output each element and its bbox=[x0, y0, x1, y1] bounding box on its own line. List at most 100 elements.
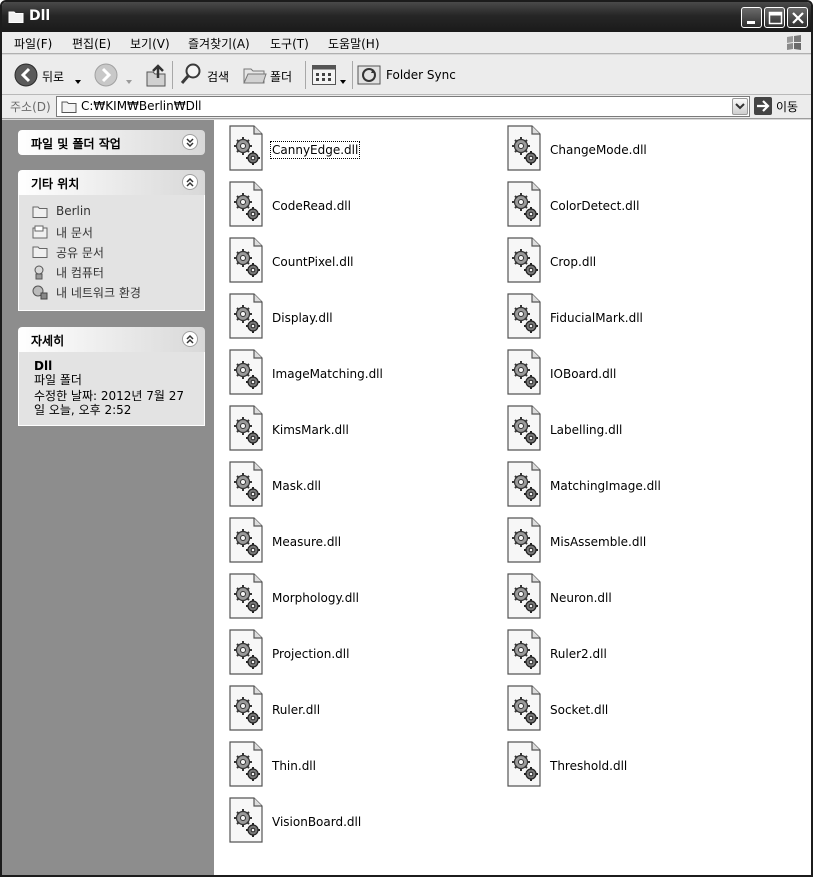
place-link-berlin[interactable]: Berlin bbox=[19, 201, 204, 221]
back-label: 뒤로 bbox=[42, 70, 65, 84]
file-item[interactable]: Display.dll bbox=[226, 292, 496, 344]
dll-file-icon bbox=[226, 628, 266, 676]
file-item[interactable]: Threshold.dll bbox=[504, 740, 774, 792]
windows-logo-icon bbox=[778, 33, 808, 53]
menu-file[interactable]: 파일(F) bbox=[14, 35, 52, 52]
file-item[interactable]: Crop.dll bbox=[504, 236, 774, 288]
file-item[interactable]: ChangeMode.dll bbox=[504, 124, 774, 176]
file-name: Threshold.dll bbox=[550, 759, 628, 773]
address-bar: 주소(D) C:₩KIM₩Berlin₩Dll 이동 bbox=[2, 95, 811, 119]
file-item[interactable]: Socket.dll bbox=[504, 684, 774, 736]
details-type: 파일 폴더 bbox=[34, 373, 82, 387]
chevron-up-icon[interactable] bbox=[182, 174, 198, 190]
place-label: Berlin bbox=[56, 204, 91, 218]
folder-sync-label: Folder Sync bbox=[386, 68, 456, 82]
file-item[interactable]: Thin.dll bbox=[226, 740, 496, 792]
place-link-my-computer[interactable]: 내 컴퓨터 bbox=[19, 261, 204, 281]
menu-view[interactable]: 보기(V) bbox=[130, 35, 170, 52]
file-name: CountPixel.dll bbox=[272, 255, 354, 269]
place-link-my-documents[interactable]: 내 문서 bbox=[19, 221, 204, 241]
toolbar-separator bbox=[172, 61, 173, 89]
dll-file-icon bbox=[504, 460, 544, 508]
file-item[interactable]: MatchingImage.dll bbox=[504, 460, 774, 512]
back-arrow-icon bbox=[14, 63, 38, 90]
file-item[interactable]: Labelling.dll bbox=[504, 404, 774, 456]
views-dropdown-icon[interactable] bbox=[340, 73, 346, 87]
up-folder-button[interactable] bbox=[142, 55, 168, 95]
minimize-button[interactable] bbox=[741, 7, 762, 28]
close-button[interactable] bbox=[787, 7, 808, 28]
dll-file-icon bbox=[504, 628, 544, 676]
place-link-shared-documents[interactable]: 공유 문서 bbox=[19, 241, 204, 261]
search-label: 검색 bbox=[207, 70, 230, 84]
file-item[interactable]: Mask.dll bbox=[226, 460, 496, 512]
file-name: Projection.dll bbox=[272, 647, 350, 661]
search-button[interactable]: 검색 bbox=[177, 55, 235, 95]
folder-icon bbox=[32, 205, 48, 221]
go-button[interactable] bbox=[754, 97, 772, 115]
file-item[interactable]: IOBoard.dll bbox=[504, 348, 774, 400]
address-dropdown-button[interactable] bbox=[732, 98, 748, 115]
file-name: Measure.dll bbox=[272, 535, 342, 549]
address-input[interactable]: C:₩KIM₩Berlin₩Dll bbox=[56, 96, 750, 117]
title-bar[interactable]: Dll bbox=[2, 2, 811, 32]
place-label: 공유 문서 bbox=[56, 246, 104, 260]
folders-button[interactable]: 폴더 bbox=[242, 55, 300, 95]
file-item[interactable]: Projection.dll bbox=[226, 628, 496, 680]
dll-file-icon bbox=[226, 684, 266, 732]
file-name: IOBoard.dll bbox=[550, 367, 617, 381]
chevron-down-icon[interactable] bbox=[182, 134, 198, 150]
file-item[interactable]: CannyEdge.dll bbox=[226, 124, 496, 176]
file-folder-tasks-header[interactable]: 파일 및 폴더 작업 bbox=[18, 130, 205, 155]
dll-file-icon bbox=[504, 572, 544, 620]
file-item[interactable]: CountPixel.dll bbox=[226, 236, 496, 288]
file-item[interactable]: FiducialMark.dll bbox=[504, 292, 774, 344]
panel-title: 파일 및 폴더 작업 bbox=[31, 137, 121, 151]
file-item[interactable]: KimsMark.dll bbox=[226, 404, 496, 456]
details-header[interactable]: 자세히 bbox=[18, 327, 205, 352]
menu-tools[interactable]: 도구(T) bbox=[270, 35, 309, 52]
place-link-network-places[interactable]: 내 네트워크 환경 bbox=[19, 281, 204, 301]
file-name: FiducialMark.dll bbox=[550, 311, 643, 325]
dll-file-icon bbox=[504, 516, 544, 564]
file-name: ColorDetect.dll bbox=[550, 199, 640, 213]
file-folder-tasks-panel: 파일 및 폴더 작업 bbox=[18, 130, 205, 155]
views-icon bbox=[312, 65, 336, 88]
dll-file-icon bbox=[226, 292, 266, 340]
my-documents-icon bbox=[32, 225, 48, 242]
file-name: CannyEdge.dll bbox=[269, 141, 361, 159]
menu-bar: 파일(F) 편집(E) 보기(V) 즐겨찾기(A) 도구(T) 도움말(H) bbox=[2, 32, 811, 54]
maximize-button[interactable] bbox=[764, 7, 785, 28]
file-item[interactable]: CodeRead.dll bbox=[226, 180, 496, 232]
other-places-header[interactable]: 기타 위치 bbox=[18, 170, 205, 195]
file-item[interactable]: ColorDetect.dll bbox=[504, 180, 774, 232]
menu-favorites[interactable]: 즐겨찾기(A) bbox=[188, 35, 250, 52]
file-item[interactable]: Measure.dll bbox=[226, 516, 496, 568]
forward-dropdown-icon[interactable] bbox=[126, 73, 132, 87]
panel-title: 자세히 bbox=[31, 334, 65, 348]
menu-help[interactable]: 도움말(H) bbox=[328, 35, 380, 52]
views-button[interactable] bbox=[310, 55, 348, 95]
back-dropdown-icon[interactable] bbox=[75, 73, 81, 87]
folder-sync-button[interactable]: Folder Sync bbox=[357, 55, 467, 95]
file-item[interactable]: Neuron.dll bbox=[504, 572, 774, 624]
folders-label: 폴더 bbox=[270, 70, 293, 84]
other-places-panel: 기타 위치 Berlin 내 문서 공유 문서 내 컴퓨터 내 네트워크 환경 bbox=[18, 170, 205, 311]
address-value: C:₩KIM₩Berlin₩Dll bbox=[81, 99, 202, 113]
forward-button[interactable] bbox=[94, 55, 136, 95]
chevron-up-icon[interactable] bbox=[182, 331, 198, 347]
file-name: Morphology.dll bbox=[272, 591, 359, 605]
toolbar: 뒤로 검색 폴더 Folder Sync bbox=[2, 55, 811, 95]
network-places-icon bbox=[32, 285, 48, 303]
menu-edit[interactable]: 편집(E) bbox=[72, 35, 111, 52]
back-button[interactable]: 뒤로 bbox=[12, 55, 84, 95]
file-item[interactable]: ImageMatching.dll bbox=[226, 348, 496, 400]
go-label[interactable]: 이동 bbox=[776, 98, 798, 115]
file-item[interactable]: VisionBoard.dll bbox=[226, 796, 496, 848]
place-label: 내 컴퓨터 bbox=[56, 266, 104, 280]
file-item[interactable]: Ruler2.dll bbox=[504, 628, 774, 680]
go-arrow-icon bbox=[757, 100, 770, 112]
file-item[interactable]: Ruler.dll bbox=[226, 684, 496, 736]
file-item[interactable]: Morphology.dll bbox=[226, 572, 496, 624]
file-item[interactable]: MisAssemble.dll bbox=[504, 516, 774, 568]
